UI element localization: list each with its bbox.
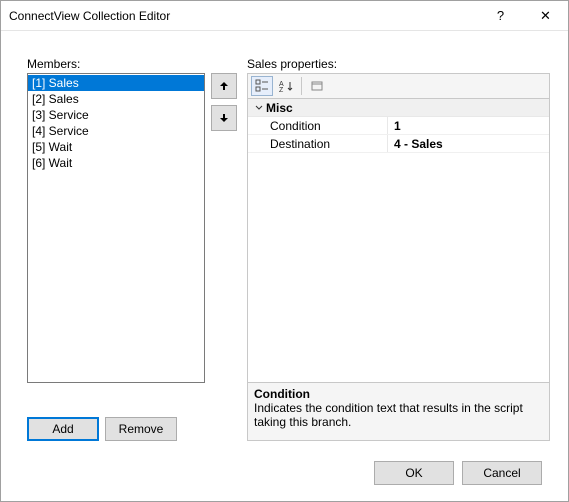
description-pane: Condition Indicates the condition text t… xyxy=(247,383,550,441)
list-item[interactable]: [5] Wait xyxy=(28,139,204,155)
property-name: Destination xyxy=(248,135,388,152)
list-item[interactable]: [3] Service xyxy=(28,107,204,123)
properties-label: Sales properties: xyxy=(247,57,550,71)
members-label: Members: xyxy=(27,57,237,71)
dialog-window: ConnectView Collection Editor ? ✕ Member… xyxy=(0,0,569,502)
description-text: Indicates the condition text that result… xyxy=(254,401,543,429)
category-label: Misc xyxy=(266,101,293,115)
list-item[interactable]: [1] Sales xyxy=(28,75,204,91)
columns: Members: [1] Sales[2] Sales[3] Service[4… xyxy=(27,57,550,441)
property-value[interactable]: 4 - Sales xyxy=(388,135,549,152)
close-icon: ✕ xyxy=(540,8,551,24)
property-value[interactable]: 1 xyxy=(388,117,549,134)
list-item[interactable]: [6] Wait xyxy=(28,155,204,171)
property-row[interactable]: Condition1 xyxy=(248,117,549,135)
help-icon: ? xyxy=(497,8,504,23)
toolbar-separator xyxy=(301,77,302,95)
arrow-down-icon xyxy=(218,112,230,124)
list-item[interactable]: [4] Service xyxy=(28,123,204,139)
members-listbox[interactable]: [1] Sales[2] Sales[3] Service[4] Service… xyxy=(27,73,205,383)
members-pane: Members: [1] Sales[2] Sales[3] Service[4… xyxy=(27,57,237,441)
window-title: ConnectView Collection Editor xyxy=(9,9,478,23)
categorized-icon xyxy=(255,79,269,93)
ok-button[interactable]: OK xyxy=(374,461,454,485)
properties-pane: Sales properties: A Z xyxy=(247,57,550,441)
move-up-button[interactable] xyxy=(211,73,237,99)
titlebar: ConnectView Collection Editor ? ✕ xyxy=(1,1,568,31)
arrow-up-icon xyxy=(218,80,230,92)
property-row[interactable]: Destination4 - Sales xyxy=(248,135,549,153)
alphabetical-button[interactable]: A Z xyxy=(275,76,297,96)
cancel-button[interactable]: Cancel xyxy=(462,461,542,485)
dialog-content: Members: [1] Sales[2] Sales[3] Service[4… xyxy=(1,31,568,501)
category-row[interactable]: Misc xyxy=(248,99,549,117)
property-pages-button[interactable] xyxy=(306,76,328,96)
reorder-buttons xyxy=(211,73,237,405)
property-grid[interactable]: Misc Condition1Destination4 - Sales xyxy=(247,99,550,383)
close-button[interactable]: ✕ xyxy=(523,1,568,30)
members-row: [1] Sales[2] Sales[3] Service[4] Service… xyxy=(27,73,237,405)
sort-az-icon: A Z xyxy=(279,79,293,93)
property-name: Condition xyxy=(248,117,388,134)
add-button[interactable]: Add xyxy=(27,417,99,441)
dialog-buttons: OK Cancel xyxy=(27,441,550,491)
help-button[interactable]: ? xyxy=(478,1,523,30)
property-pages-icon xyxy=(310,79,324,93)
categorized-button[interactable] xyxy=(251,76,273,96)
list-item[interactable]: [2] Sales xyxy=(28,91,204,107)
remove-button[interactable]: Remove xyxy=(105,417,177,441)
description-title: Condition xyxy=(254,387,543,401)
add-remove-row: Add Remove xyxy=(27,417,237,441)
svg-text:Z: Z xyxy=(279,87,284,93)
move-down-button[interactable] xyxy=(211,105,237,131)
chevron-down-icon[interactable] xyxy=(252,104,266,112)
propertygrid-toolbar: A Z xyxy=(247,73,550,99)
property-grid-body: Misc Condition1Destination4 - Sales xyxy=(248,99,549,382)
